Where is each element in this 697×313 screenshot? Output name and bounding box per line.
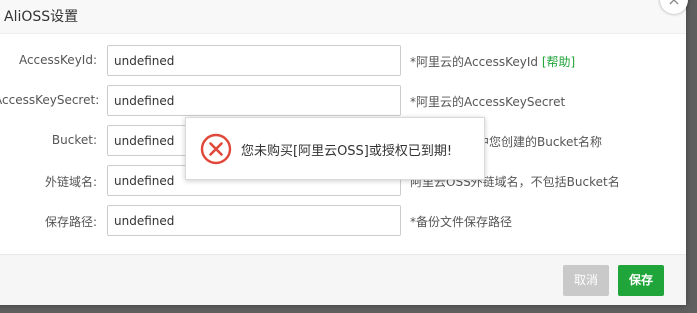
dialog-header: AliOSS设置 [0, 0, 686, 34]
dialog-title: AliOSS设置 [4, 9, 79, 25]
accesskeyid-hint: *阿里云的AccessKeyId [帮助] [410, 53, 575, 70]
help-link[interactable]: [帮助] [542, 55, 575, 69]
accesskeyid-input[interactable] [107, 45, 401, 76]
dialog-footer: 取消 保存 [0, 254, 686, 305]
accesskeysecret-hint: *阿里云的AccessKeySecret [410, 95, 566, 109]
save-button[interactable]: 保存 [618, 265, 664, 296]
accesskeysecret-label: AccessKeySecret: [0, 93, 100, 107]
bucket-label: Bucket: [51, 133, 97, 147]
error-circle-icon [200, 133, 232, 165]
accesskeysecret-input[interactable] [107, 85, 401, 116]
accesskeyid-label: AccessKeyId: [18, 53, 97, 67]
save-path-input[interactable] [107, 205, 401, 236]
domain-label: 外链域名: [44, 175, 97, 189]
page-scrollbar[interactable] [686, 0, 697, 313]
accesskeyid-hint-text: *阿里云的AccessKeyId [410, 55, 538, 69]
save-path-label: 保存路径: [44, 215, 97, 229]
toast-message: 您未购买[阿里云OSS]或授权已到期! [241, 144, 453, 159]
form-row-save-path: 保存路径: *备份文件保存路径 [0, 205, 686, 237]
error-toast: 您未购买[阿里云OSS]或授权已到期! [185, 117, 485, 180]
form-row-accesskeyid: AccessKeyId: *阿里云的AccessKeyId [帮助] [0, 45, 686, 77]
save-path-hint: *备份文件保存路径 [410, 215, 513, 229]
form-row-accesskeysecret: AccessKeySecret: *阿里云的AccessKeySecret [0, 85, 686, 117]
bucket-hint: 中您创建的Bucket名称 [477, 135, 603, 149]
cancel-button[interactable]: 取消 [563, 265, 609, 296]
